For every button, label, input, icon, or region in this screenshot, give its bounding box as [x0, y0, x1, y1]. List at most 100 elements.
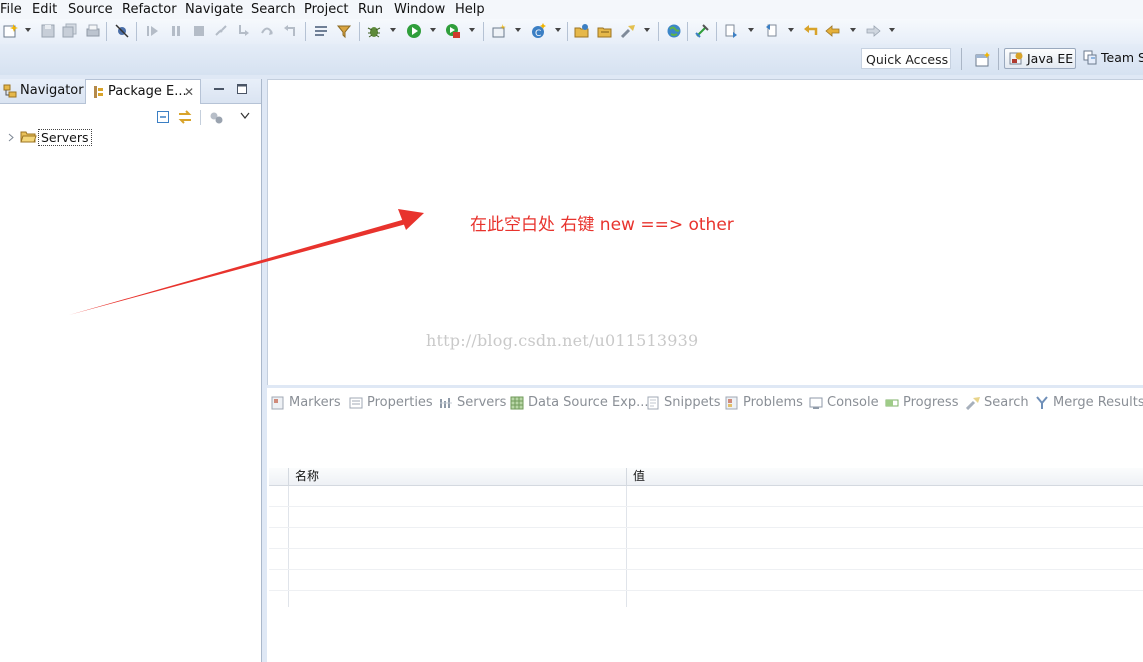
perspective-java-ee[interactable]: Java EE	[1004, 48, 1076, 69]
focus-on-active-task-icon[interactable]	[209, 111, 223, 125]
table-row[interactable]	[269, 486, 1143, 507]
external-tools-icon[interactable]	[445, 23, 461, 39]
tab-label: Progress	[903, 395, 959, 410]
collapse-all-icon[interactable]	[156, 110, 170, 124]
view-menu-icon[interactable]	[240, 112, 250, 120]
menu-window[interactable]: Window	[394, 2, 445, 17]
tab-snippets[interactable]: Snippets	[646, 395, 720, 413]
table-cell-divider	[288, 570, 289, 590]
save-icon[interactable]	[40, 23, 56, 39]
terminate-icon[interactable]	[191, 23, 207, 39]
menu-refactor[interactable]: Refactor	[122, 2, 177, 17]
table-cell-divider	[288, 528, 289, 548]
table-cell-divider	[626, 570, 627, 590]
tab-markers[interactable]: Markers	[271, 395, 341, 413]
menu-navigate[interactable]: Navigate	[185, 2, 243, 17]
maximize-view-icon[interactable]	[236, 83, 248, 95]
external-tools-dropdown-icon[interactable]	[469, 28, 475, 32]
skip-breakpoints-icon[interactable]	[114, 23, 130, 39]
column-header-name[interactable]: 名称	[288, 468, 632, 485]
tab-problems[interactable]: Problems	[725, 395, 803, 413]
new-class-dropdown-icon[interactable]	[555, 28, 561, 32]
column-header-value[interactable]: 值	[626, 468, 1133, 485]
next-annotation-icon[interactable]	[724, 23, 740, 39]
expand-arrow-icon[interactable]	[8, 133, 14, 142]
menu-search[interactable]: Search	[251, 2, 296, 17]
link-with-editor-icon[interactable]	[177, 110, 193, 124]
data-source-explorer-icon	[510, 396, 524, 410]
close-icon[interactable]: ✕	[184, 80, 194, 104]
bottom-panel: Markers Properties Servers Data Source E…	[267, 388, 1143, 662]
tab-navigator[interactable]: Navigator	[0, 79, 84, 103]
servers-icon	[439, 396, 453, 410]
table-row[interactable]	[269, 528, 1143, 549]
step-return-icon[interactable]	[282, 23, 298, 39]
menu-file[interactable]: File	[0, 2, 22, 17]
menu-run[interactable]: Run	[358, 2, 383, 17]
table-row[interactable]	[269, 591, 1143, 607]
new-server-icon[interactable]	[491, 23, 507, 39]
search-flashlight-icon[interactable]	[620, 23, 636, 39]
back-icon[interactable]	[825, 23, 841, 39]
open-perspective-icon[interactable]	[975, 52, 991, 68]
step-into-icon[interactable]	[236, 23, 252, 39]
toolbar-separator	[567, 22, 568, 41]
forward-icon[interactable]	[865, 23, 881, 39]
previous-annotation-dropdown-icon[interactable]	[788, 28, 794, 32]
previous-annotation-icon[interactable]	[764, 23, 780, 39]
tab-progress[interactable]: Progress	[885, 395, 958, 413]
perspective-team-synchronizing[interactable]: Team S	[1079, 48, 1143, 69]
last-edit-location-icon[interactable]	[803, 23, 819, 39]
step-over-icon[interactable]	[259, 23, 275, 39]
debug-dropdown-icon[interactable]	[390, 28, 396, 32]
properties-table: 名称 值	[269, 468, 1143, 608]
new-class-icon[interactable]: C	[531, 23, 547, 39]
tab-servers[interactable]: Servers	[439, 395, 506, 413]
run-icon[interactable]	[406, 23, 422, 39]
quick-access-input[interactable]: Quick Access	[861, 48, 951, 69]
editor-area[interactable]: 在此空白处 右键 new ==> other http://blog.csdn.…	[267, 79, 1143, 385]
tab-console[interactable]: Console	[809, 395, 879, 413]
menu-edit[interactable]: Edit	[32, 2, 57, 17]
web-browser-icon[interactable]	[666, 23, 682, 39]
debug-icon[interactable]	[366, 23, 382, 39]
new-server-dropdown-icon[interactable]	[515, 28, 521, 32]
new-dropdown-icon[interactable]	[25, 28, 31, 32]
resume-icon[interactable]	[145, 23, 161, 39]
tab-properties[interactable]: Properties	[349, 395, 433, 413]
run-dropdown-icon[interactable]	[430, 28, 436, 32]
save-all-icon[interactable]	[62, 23, 78, 39]
tab-data-source-explorer[interactable]: Data Source Exp...	[510, 395, 649, 413]
tab-label: Servers	[457, 395, 507, 410]
toolbar-separator	[200, 110, 201, 125]
tab-search[interactable]: Search	[966, 395, 1029, 413]
table-cell-divider	[288, 549, 289, 569]
tab-package-explorer[interactable]: Package E... ✕	[85, 79, 201, 104]
forward-dropdown-icon[interactable]	[889, 28, 895, 32]
table-row[interactable]	[269, 549, 1143, 570]
search-dropdown-icon[interactable]	[644, 28, 650, 32]
toolbar-separator	[961, 48, 962, 70]
print-icon[interactable]	[85, 23, 101, 39]
suspend-icon[interactable]	[168, 23, 184, 39]
tab-merge-results[interactable]: Merge Results	[1035, 395, 1143, 413]
back-dropdown-icon[interactable]	[850, 28, 856, 32]
tab-package-explorer-label: Package E...	[108, 84, 187, 99]
table-cell-divider	[626, 507, 627, 527]
menu-help[interactable]: Help	[455, 2, 485, 17]
table-row[interactable]	[269, 507, 1143, 528]
menu-project[interactable]: Project	[304, 2, 348, 17]
annotation-icon[interactable]	[694, 23, 710, 39]
use-step-filters-icon[interactable]	[336, 23, 352, 39]
table-row[interactable]	[269, 570, 1143, 591]
open-type-icon[interactable]	[574, 23, 590, 39]
disconnect-icon[interactable]	[213, 23, 229, 39]
merge-results-icon	[1035, 396, 1049, 410]
next-annotation-dropdown-icon[interactable]	[748, 28, 754, 32]
menu-source[interactable]: Source	[68, 2, 113, 17]
minimize-view-icon[interactable]	[213, 83, 225, 95]
drop-to-frame-icon[interactable]	[313, 23, 329, 39]
open-task-icon[interactable]	[597, 23, 613, 39]
new-wizard-icon[interactable]	[2, 23, 18, 39]
snippets-icon	[646, 396, 660, 410]
